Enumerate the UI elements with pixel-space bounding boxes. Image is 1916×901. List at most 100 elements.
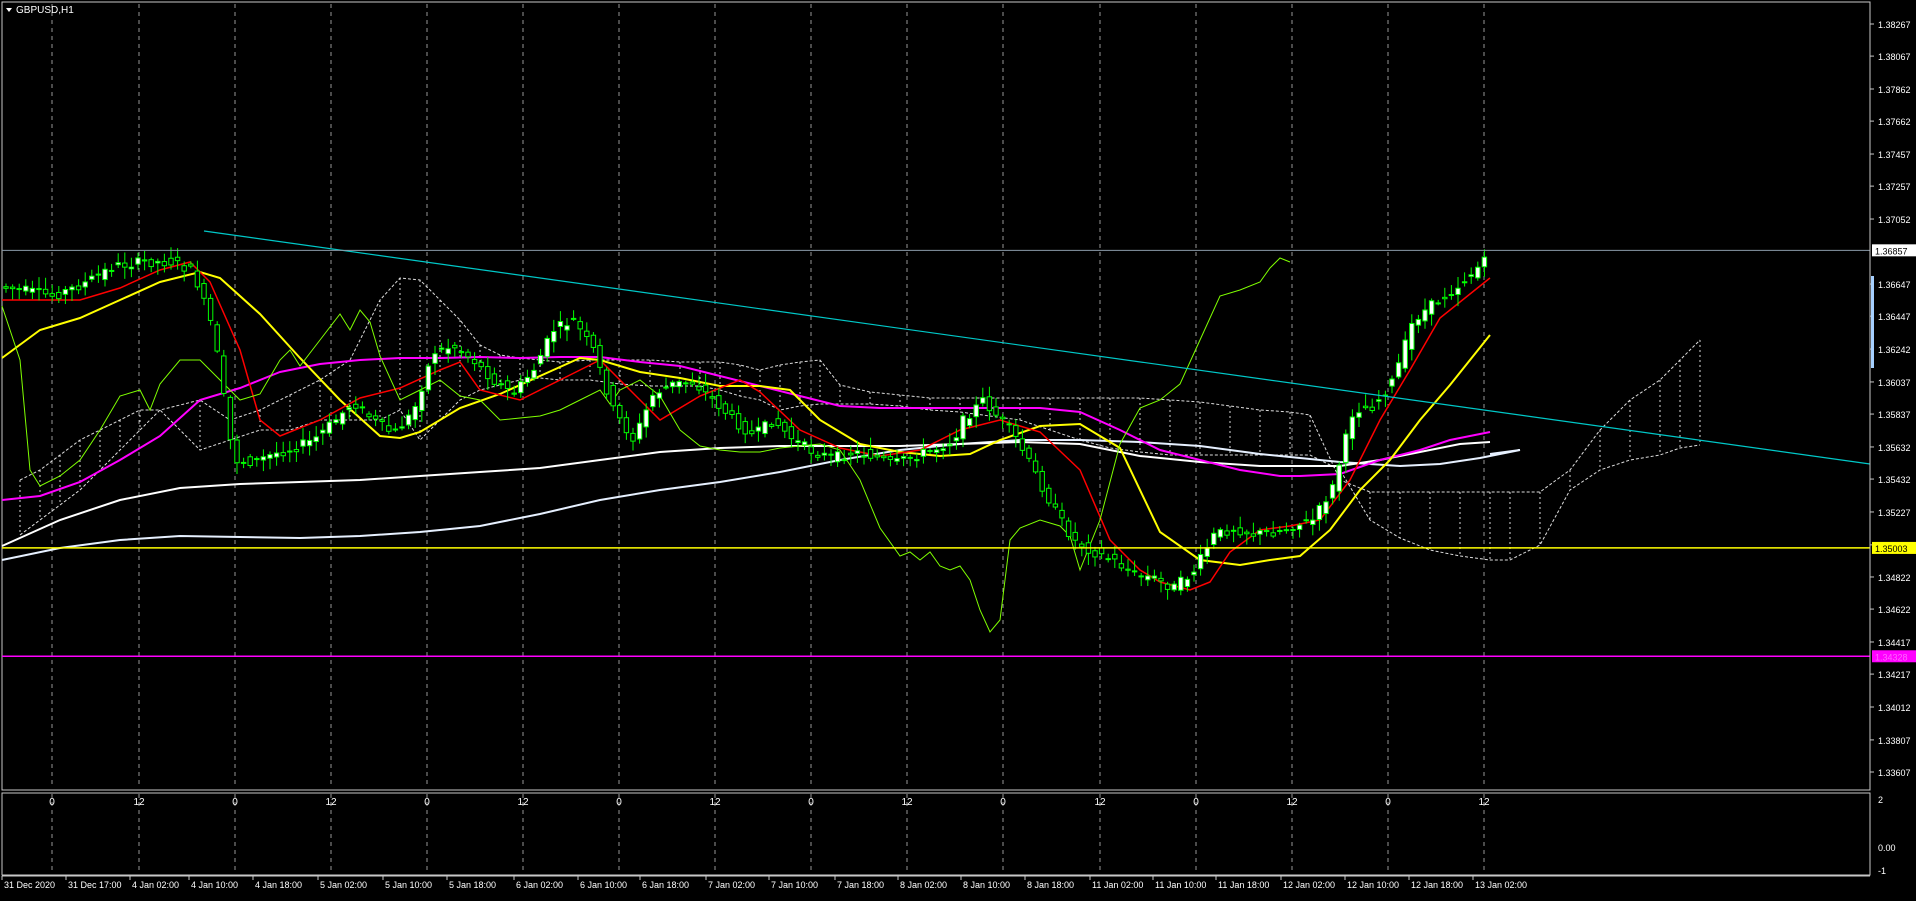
time-label: 11 Jan 02:00 xyxy=(1092,880,1143,890)
candle-body xyxy=(1125,568,1131,571)
candle-body xyxy=(881,455,887,459)
time-label: 11 Jan 10:00 xyxy=(1155,880,1206,890)
candle-body xyxy=(1468,274,1474,277)
chart-background xyxy=(0,0,1916,896)
candle-body xyxy=(313,436,319,443)
candle-body xyxy=(1296,524,1303,530)
candle-body xyxy=(300,439,306,447)
candle-body xyxy=(273,452,280,458)
hour-label: 12 xyxy=(1286,797,1298,808)
candle-body xyxy=(1164,583,1171,590)
candle-body xyxy=(168,257,174,266)
candle-body xyxy=(1171,583,1177,591)
time-label: 7 Jan 02:00 xyxy=(708,880,755,890)
candle-body xyxy=(359,406,366,409)
price-tick-label: 1.34012 xyxy=(1878,703,1911,713)
hour-label: 12 xyxy=(709,797,721,808)
time-label: 31 Dec 2020 xyxy=(4,880,55,890)
chart-window[interactable]: GBPUSD,H1 1.38267 1.38067 1.37862 1.37662 1.… xyxy=(0,0,1916,896)
candle-body xyxy=(491,373,498,385)
candle-body xyxy=(1422,309,1428,322)
candle-body xyxy=(643,409,649,428)
price-tick-label: 1.37052 xyxy=(1878,215,1911,225)
candle-body xyxy=(1323,501,1329,515)
symbol-title[interactable]: GBPUSD,H1 xyxy=(6,5,74,16)
candle-body xyxy=(320,429,326,434)
candle-body xyxy=(161,261,168,267)
candle-body xyxy=(227,396,234,441)
candle-body xyxy=(1435,302,1441,305)
candle-body xyxy=(999,416,1006,420)
candle-body xyxy=(564,325,570,331)
candle-body xyxy=(69,286,75,291)
candle-body xyxy=(768,424,775,427)
candle-body xyxy=(907,456,913,459)
candle-body xyxy=(458,351,465,354)
candle-body xyxy=(1329,484,1336,499)
time-label: 4 Jan 10:00 xyxy=(191,880,238,890)
candle-body xyxy=(973,404,979,418)
candle-body xyxy=(9,286,16,290)
candle-body xyxy=(353,403,359,409)
candle-body xyxy=(656,392,663,399)
candle-body xyxy=(221,355,227,394)
candle-body xyxy=(1250,533,1257,537)
candle-body xyxy=(795,440,801,443)
candle-body xyxy=(188,263,194,267)
candle-body xyxy=(1395,362,1402,378)
candle-body xyxy=(1072,531,1078,541)
candle-body xyxy=(1409,322,1415,350)
candle-body xyxy=(947,443,953,447)
candle-body xyxy=(676,381,682,388)
candle-body xyxy=(445,348,451,355)
candle-body xyxy=(141,259,148,262)
candle-body xyxy=(953,437,960,442)
candle-body xyxy=(56,291,62,300)
time-label: 4 Jan 18:00 xyxy=(255,880,302,890)
price-scale-handle[interactable] xyxy=(1871,276,1874,368)
indicator-tick-label: 0.00 xyxy=(1878,843,1896,853)
hour-label: 0 xyxy=(1193,797,1199,808)
candle-body xyxy=(412,406,418,421)
candle-body xyxy=(603,369,610,395)
candle-body xyxy=(89,275,95,280)
candle-body xyxy=(1184,578,1191,588)
candle-body xyxy=(1098,547,1105,555)
candle-body xyxy=(1369,406,1375,412)
time-label: 6 Jan 18:00 xyxy=(642,880,689,890)
price-tick-label: 1.35227 xyxy=(1878,508,1911,518)
candle-body xyxy=(201,283,207,299)
candle-body xyxy=(650,394,656,408)
candle-body xyxy=(742,421,748,435)
candle-body xyxy=(531,369,537,379)
candle-body xyxy=(181,265,187,272)
hour-label: 0 xyxy=(808,797,814,808)
candle-body xyxy=(49,293,55,297)
candle-body xyxy=(518,381,524,394)
candle-body xyxy=(801,441,808,446)
candle-body xyxy=(339,412,346,425)
candle-body xyxy=(372,415,379,420)
candle-body xyxy=(498,383,504,386)
candle-body xyxy=(346,407,352,411)
candle-body xyxy=(1428,300,1435,315)
price-tick-label: 1.34822 xyxy=(1878,573,1911,583)
candle-body xyxy=(108,269,115,272)
candle-body xyxy=(174,256,181,262)
candle-body xyxy=(914,459,920,462)
candle-body xyxy=(240,461,247,464)
candle-body xyxy=(399,426,405,429)
price-tick-label: 1.35632 xyxy=(1878,443,1911,453)
candle-body xyxy=(438,347,445,350)
candle-body xyxy=(1263,530,1270,533)
candle-body xyxy=(419,390,425,411)
candle-body xyxy=(471,358,478,365)
candle-body xyxy=(1131,570,1138,573)
candle-body xyxy=(900,456,907,459)
candle-body xyxy=(1065,520,1072,538)
candle-body xyxy=(729,410,735,416)
hour-label: 0 xyxy=(1000,797,1006,808)
candle-body xyxy=(1158,577,1164,582)
candle-body xyxy=(247,456,253,466)
candle-body xyxy=(1013,425,1019,437)
